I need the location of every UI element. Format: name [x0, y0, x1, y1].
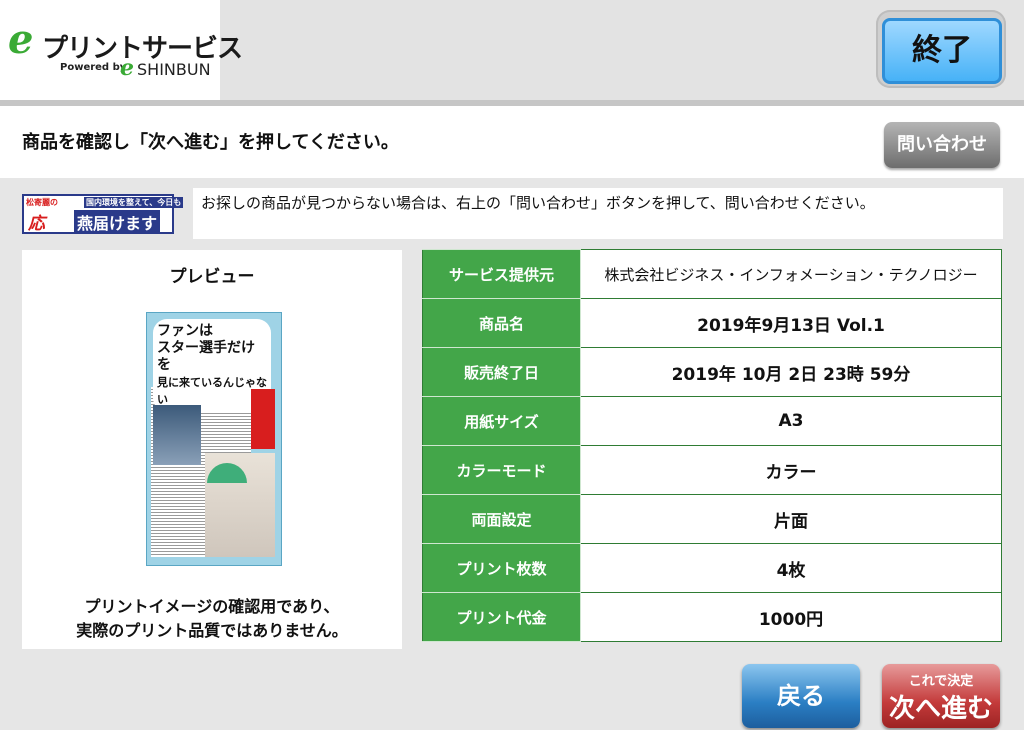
detail-label: プリント代金 [422, 592, 581, 642]
banner-top-right: 国内環境を整えて、今日も [84, 197, 184, 208]
detail-label: 用紙サイズ [422, 396, 581, 446]
table-row: サービス提供元 株式会社ビジネス・インフォメーション・テクノロジー [422, 249, 1002, 299]
preview-panel: プレビュー ファンは スター選手だけを 見に来ているんじゃない プリントイメージ… [22, 250, 402, 649]
table-row: 両面設定 片面 [422, 494, 1002, 544]
banner-top-left: 松寄麗の [26, 198, 58, 207]
preview-note: プリントイメージの確認用であり、 実際のプリント品質ではありません。 [22, 595, 402, 643]
preview-photo-player [153, 405, 201, 465]
preview-headline-line: ファンは [157, 323, 213, 339]
detail-value: 4枚 [580, 543, 1002, 593]
instruction-text: 商品を確認し「次へ進む」を押してください。 [22, 132, 399, 153]
detail-label: サービス提供元 [422, 249, 581, 299]
campaign-banner[interactable]: 松寄麗の 国内環境を整えて、今日も 応 燕届けます [22, 194, 184, 234]
detail-value: 1000円 [580, 592, 1002, 642]
banner-main-left: 応 [28, 214, 45, 234]
preview-image: ファンは スター選手だけを 見に来ているんじゃない [146, 312, 282, 566]
table-row: 販売終了日 2019年 10月 2日 23時 59分 [422, 347, 1002, 397]
notice-text: お探しの商品が見つからない場合は、右上の「問い合わせ」ボタンを押して、問い合わせ… [201, 194, 875, 212]
detail-value: カラー [580, 445, 1002, 495]
detail-value: A3 [580, 396, 1002, 446]
detail-label: 販売終了日 [422, 347, 581, 397]
logo-powered-by: Powered by [60, 62, 127, 73]
preview-mini-banner [251, 389, 275, 449]
preview-title: プレビュー [169, 267, 255, 287]
detail-label: 両面設定 [422, 494, 581, 544]
preview-note-line: プリントイメージの確認用であり、 [84, 597, 340, 616]
table-row: プリント枚数 4枚 [422, 543, 1002, 593]
notice-box: お探しの商品が見つからない場合は、右上の「問い合わせ」ボタンを押して、問い合わせ… [193, 188, 1003, 239]
instruction-bar: 商品を確認し「次へ進む」を押してください。 [0, 106, 1024, 178]
detail-value: 2019年 10月 2日 23時 59分 [580, 347, 1002, 397]
preview-note-line: 実際のプリント品質ではありません。 [76, 621, 348, 640]
detail-value: 片面 [580, 494, 1002, 544]
end-button-label: 終了 [882, 18, 1002, 84]
next-button-label: 次へ進む [888, 694, 993, 724]
next-button[interactable]: これで決定 次へ進む [882, 664, 1000, 728]
table-row: カラーモード カラー [422, 445, 1002, 495]
detail-label: 商品名 [422, 298, 581, 348]
logo-mark: e [8, 16, 34, 63]
detail-label: プリント枚数 [422, 543, 581, 593]
next-button-sublabel: これで決定 [908, 674, 974, 689]
table-row: 商品名 2019年9月13日 Vol.1 [422, 298, 1002, 348]
banner-main-right: 燕届けます [74, 210, 161, 234]
logo: e プリントサービス Powered by e SHINBUN [0, 0, 243, 103]
product-details-table: サービス提供元 株式会社ビジネス・インフォメーション・テクノロジー 商品名 20… [422, 249, 1002, 642]
end-button[interactable]: 終了 [876, 10, 1006, 88]
preview-headline-line: スター選手だけを [157, 340, 255, 373]
table-row: プリント代金 1000円 [422, 592, 1002, 642]
contact-button[interactable]: 問い合わせ [884, 122, 1000, 168]
detail-value: 2019年9月13日 Vol.1 [580, 298, 1002, 348]
logo-brand-mark: e [120, 55, 134, 81]
detail-value: 株式会社ビジネス・インフォメーション・テクノロジー [580, 249, 1002, 299]
detail-label: カラーモード [422, 445, 581, 495]
back-button[interactable]: 戻る [742, 664, 860, 728]
table-row: 用紙サイズ A3 [422, 396, 1002, 446]
header: e プリントサービス Powered by e SHINBUN 終了 [0, 0, 1024, 103]
logo-brand: SHINBUN [137, 60, 211, 79]
